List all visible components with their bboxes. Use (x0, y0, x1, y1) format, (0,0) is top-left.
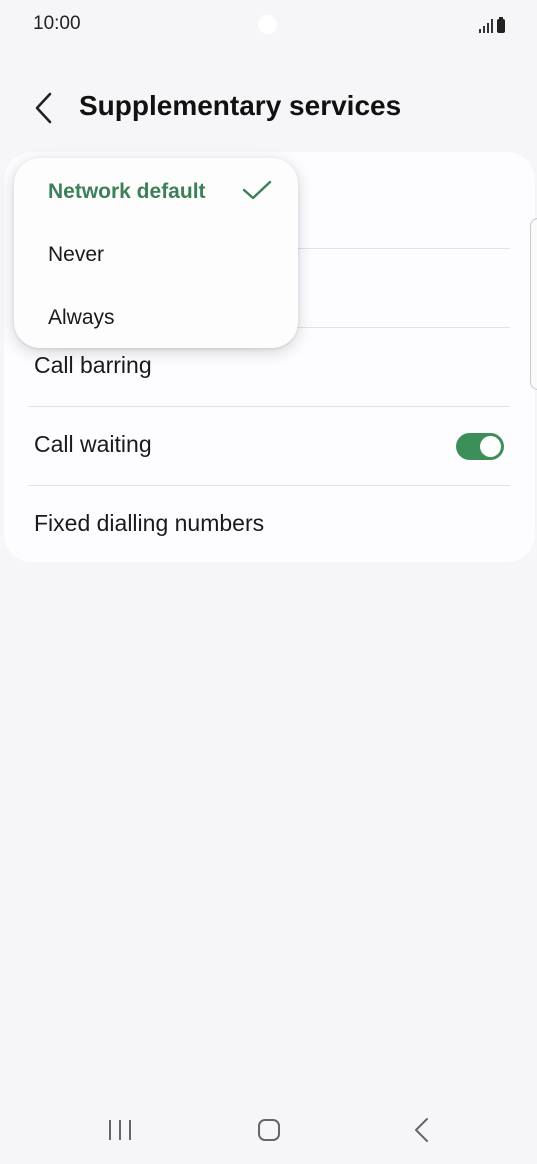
popup-option-label: Network default (48, 180, 206, 203)
recents-button[interactable] (90, 1110, 150, 1150)
chevron-left-icon (35, 92, 52, 124)
toggle-knob (480, 436, 501, 457)
call-waiting-row[interactable]: Call waiting (28, 407, 510, 485)
popup-option-label: Never (48, 243, 105, 266)
check-icon (242, 180, 272, 200)
status-bar: 10:00 (0, 0, 537, 50)
front-camera (258, 15, 277, 34)
options-popup: Network default Never Always (14, 158, 298, 348)
signal-icon (479, 19, 493, 33)
status-icons (479, 15, 505, 33)
call-waiting-toggle[interactable] (456, 433, 504, 460)
back-button[interactable] (28, 88, 62, 128)
scroll-indicator (530, 218, 537, 390)
page-title: Supplementary services (79, 90, 402, 121)
header: Supplementary services (0, 80, 537, 136)
popup-option-network-default[interactable]: Network default (14, 160, 298, 223)
status-time: 10:00 (33, 13, 81, 34)
phone-screen: 10:00 Supplementary services Call barrin… (0, 0, 537, 1164)
recents-icon (109, 1120, 131, 1140)
call-waiting-label: Call waiting (34, 431, 152, 457)
popup-option-label: Always (48, 306, 115, 329)
nav-back-icon (415, 1118, 428, 1142)
home-icon (258, 1119, 280, 1141)
home-button[interactable] (239, 1110, 299, 1150)
nav-back-button[interactable] (391, 1110, 451, 1150)
navigation-bar (0, 1100, 537, 1160)
fixed-dialling-numbers-row[interactable]: Fixed dialling numbers (28, 486, 510, 564)
fixed-dialling-numbers-label: Fixed dialling numbers (34, 510, 265, 536)
popup-option-never[interactable]: Never (14, 223, 298, 286)
call-barring-label: Call barring (34, 352, 152, 378)
battery-icon (497, 17, 505, 33)
popup-option-always[interactable]: Always (14, 286, 298, 349)
